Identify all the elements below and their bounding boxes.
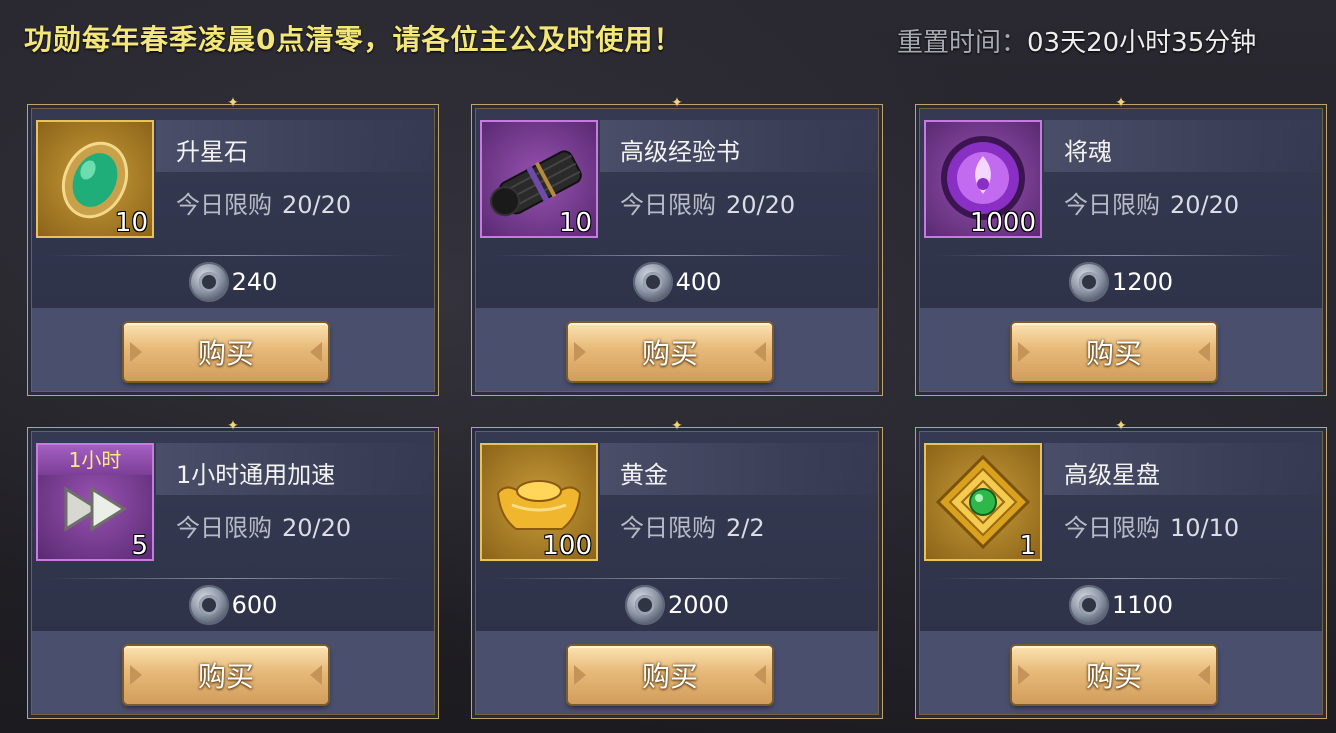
item-icon-slot[interactable]: 10 [480,120,598,238]
item-icon-slot[interactable]: 1小时 5 [36,443,154,561]
shop-item-card: ✦ 100 黄金 今日限购 2/2 2000 购买 [471,419,883,719]
item-icon-slot[interactable]: 1 [924,443,1042,561]
shop-item-card: ✦ 10 升星石 今日限购 20/20 240 购买 [27,96,439,396]
shop-item-card: ✦ 1小时 5 1小时通用加速 今日限购 20/20 600 购买 [27,419,439,719]
card-ornament-icon: ✦ [227,418,239,434]
merit-coin-icon [188,262,229,302]
buy-button[interactable]: 购买 [1012,646,1216,704]
purchase-limit: 今日限购 2/2 [620,514,765,542]
buy-button[interactable]: 购买 [124,646,328,704]
item-price: 400 [472,261,882,303]
shop-screen: 功勋每年春季凌晨0点清零，请各位主公及时使用！ 重置时间：03天20小时35分钟… [0,0,1336,733]
item-price: 600 [28,584,438,626]
card-ornament-icon: ✦ [671,95,683,111]
item-quantity: 5 [131,531,148,561]
purchase-limit: 今日限购 20/20 [1064,191,1240,219]
item-price: 2000 [472,584,882,626]
reset-timer: 重置时间：03天20小时35分钟 [897,22,1256,59]
divider [492,578,852,579]
item-name: 1小时通用加速 [176,461,336,489]
item-name: 将魂 [1064,138,1112,166]
divider [48,255,408,256]
divider [492,255,852,256]
item-quantity: 10 [558,208,592,238]
notice-text: 功勋每年春季凌晨0点清零，请各位主公及时使用！ [24,23,683,56]
item-icon-slot[interactable]: 1000 [924,120,1042,238]
item-name: 黄金 [620,461,668,489]
purchase-limit: 今日限购 20/20 [620,191,796,219]
card-ornament-icon: ✦ [671,418,683,434]
shop-item-card: ✦ 1000 将魂 今日限购 20/20 1200 购买 [915,96,1327,396]
merit-coin-icon [188,585,229,625]
buy-button[interactable]: 购买 [568,646,772,704]
purchase-limit: 今日限购 20/20 [176,191,352,219]
merit-coin-icon [624,585,665,625]
merit-coin-icon [1068,585,1109,625]
purchase-limit: 今日限购 20/20 [176,514,352,542]
shop-item-card: ✦ 10 高级经验书 今日限购 20/20 400 购买 [471,96,883,396]
item-quantity: 1 [1019,531,1036,561]
divider [936,255,1296,256]
divider [48,578,408,579]
purchase-limit: 今日限购 10/10 [1064,514,1240,542]
item-name: 高级星盘 [1064,461,1160,489]
item-quantity: 100 [542,531,592,561]
item-icon-slot[interactable]: 100 [480,443,598,561]
item-quantity: 10 [114,208,148,238]
card-ornament-icon: ✦ [1115,95,1127,111]
reset-label: 重置时间： [897,28,1028,58]
item-price: 1200 [916,261,1326,303]
merit-coin-icon [1068,262,1109,302]
item-price: 240 [28,261,438,303]
buy-button[interactable]: 购买 [124,323,328,381]
card-ornament-icon: ✦ [1115,418,1127,434]
item-name: 升星石 [176,138,248,166]
item-name: 高级经验书 [620,138,740,166]
item-icon-slot[interactable]: 10 [36,120,154,238]
reset-value: 03天20小时35分钟 [1027,28,1257,58]
item-quantity: 1000 [969,208,1036,238]
merit-coin-icon [632,262,673,302]
buy-button[interactable]: 购买 [568,323,772,381]
buy-button[interactable]: 购买 [1012,323,1216,381]
duration-tag: 1小时 [38,445,152,475]
shop-item-card: ✦ 1 高级星盘 今日限购 10/10 1100 购买 [915,419,1327,719]
item-price: 1100 [916,584,1326,626]
card-ornament-icon: ✦ [227,95,239,111]
divider [936,578,1296,579]
